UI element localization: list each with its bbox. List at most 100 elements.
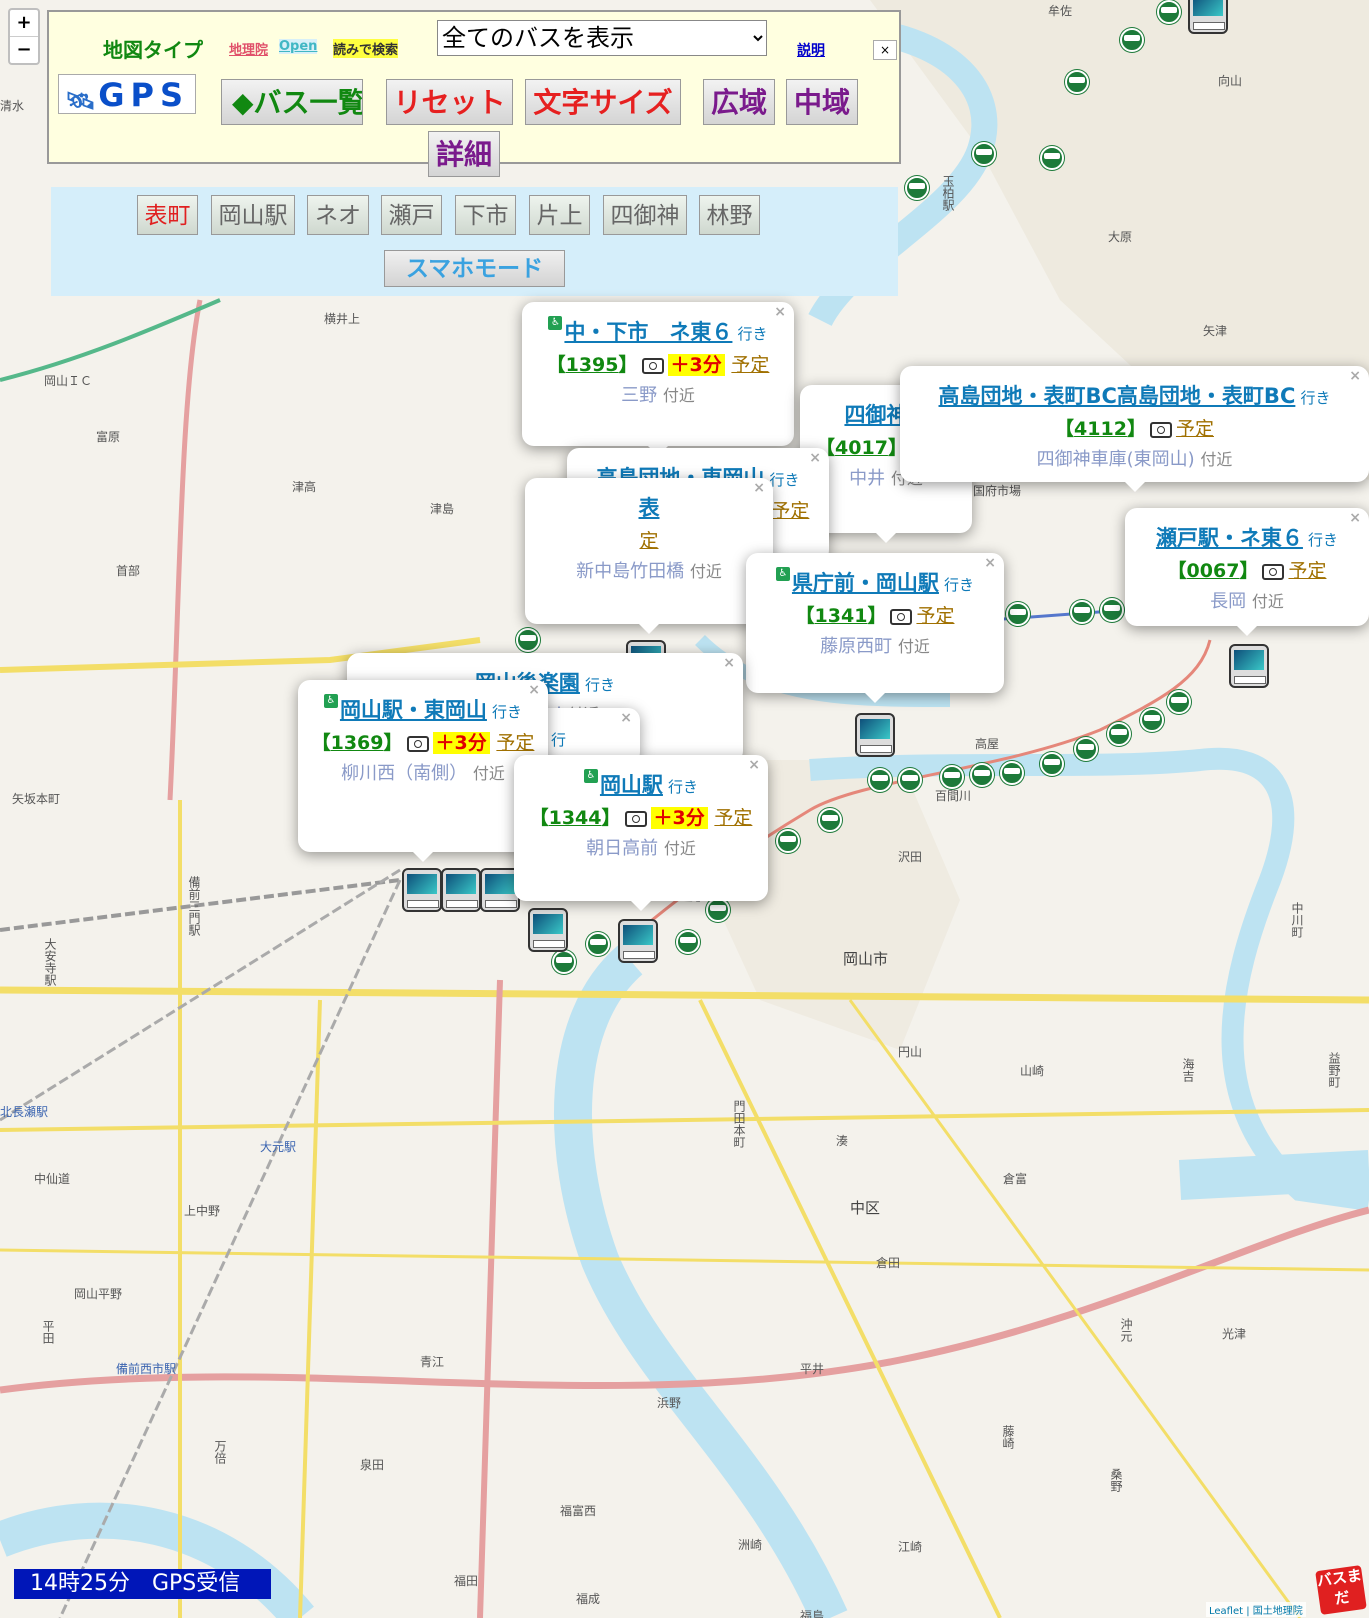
- camera-icon[interactable]: [1149, 421, 1172, 438]
- bus-number-link[interactable]: 4112: [1074, 418, 1127, 440]
- destination-link[interactable]: 岡山駅・東岡山: [340, 698, 487, 722]
- schedule-link[interactable]: 予定: [916, 605, 954, 627]
- bus-icon[interactable]: [402, 868, 442, 912]
- bus-number-link[interactable]: 1369: [331, 732, 384, 754]
- bus-stop-icon[interactable]: [586, 932, 610, 956]
- font-size-button[interactable]: 文字サイズ: [525, 79, 681, 125]
- camera-icon[interactable]: [641, 357, 664, 374]
- destination-link[interactable]: 県庁前・岡山駅: [792, 571, 939, 595]
- area-button-neo[interactable]: ネオ: [307, 195, 369, 235]
- area-button-shimigo[interactable]: 四御神: [603, 195, 687, 235]
- bus-stop-icon[interactable]: [940, 765, 964, 789]
- bus-stop-icon[interactable]: [905, 176, 929, 200]
- zoom-in-button[interactable]: +: [10, 10, 38, 37]
- popup-close-button[interactable]: ×: [774, 304, 786, 320]
- bus-stop-icon[interactable]: [706, 898, 730, 922]
- area-button-shimoichi[interactable]: 下市: [455, 195, 516, 235]
- reading-search-link[interactable]: 読みで検索: [333, 39, 399, 58]
- bus-stop-icon[interactable]: [776, 829, 800, 853]
- gsi-map-link[interactable]: 地理院: [229, 39, 268, 58]
- schedule-link[interactable]: 定: [639, 530, 658, 552]
- detail-button[interactable]: 詳細: [428, 131, 500, 177]
- gps-button[interactable]: 🛰 GPS: [58, 74, 196, 115]
- bus-stop-icon[interactable]: [1100, 598, 1124, 622]
- bus-icon[interactable]: [441, 868, 481, 912]
- destination-link[interactable]: 中・下市 ネ東６: [564, 320, 732, 344]
- destination-link[interactable]: 表: [639, 496, 660, 520]
- bus-stop-icon[interactable]: [1140, 708, 1164, 732]
- schedule-link[interactable]: 予定: [496, 732, 534, 754]
- bus-stop-icon[interactable]: [516, 628, 540, 652]
- map-attribution[interactable]: Leaflet | 国土地理院: [1206, 1602, 1306, 1617]
- bus-list-button[interactable]: ◆バス一覧: [221, 79, 363, 125]
- bus-stop-icon[interactable]: [1070, 600, 1094, 624]
- destination-link[interactable]: 岡山駅: [600, 773, 663, 797]
- bus-filter-select[interactable]: 全てのバスを表示: [437, 20, 767, 56]
- popup-close-button[interactable]: ×: [809, 450, 821, 466]
- smartphone-mode-button[interactable]: スマホモード: [384, 250, 565, 287]
- bus-stop-icon[interactable]: [1065, 70, 1089, 94]
- bus-stop-icon[interactable]: [676, 930, 700, 954]
- popup-close-button[interactable]: ×: [753, 480, 765, 496]
- bus-stop-icon[interactable]: [1157, 0, 1181, 24]
- zoom-out-button[interactable]: −: [10, 37, 38, 63]
- area-button-hayashino[interactable]: 林野: [699, 195, 760, 235]
- camera-icon[interactable]: [890, 608, 913, 625]
- help-link[interactable]: 説明: [797, 40, 825, 60]
- bus-stop-icon[interactable]: [1107, 722, 1131, 746]
- panel-close-button[interactable]: ×: [873, 40, 897, 60]
- bus-stop-icon[interactable]: [818, 808, 842, 832]
- popup-close-button[interactable]: ×: [984, 555, 996, 571]
- bus-icon[interactable]: [855, 713, 895, 757]
- wide-area-button[interactable]: 広域: [703, 79, 775, 125]
- area-button-seto[interactable]: 瀬戸: [381, 195, 442, 235]
- popup-close-button[interactable]: ×: [748, 757, 760, 773]
- bus-icon[interactable]: [1229, 644, 1269, 688]
- destination-link[interactable]: 高島団地・表町BC高島団地・表町BC: [939, 384, 1296, 408]
- camera-icon[interactable]: [406, 735, 429, 752]
- destination-link[interactable]: 四御神: [844, 403, 907, 427]
- bus-number-link[interactable]: 1344: [549, 807, 602, 829]
- bus-number-link[interactable]: 1341: [815, 605, 868, 627]
- popup-close-button[interactable]: ×: [528, 682, 540, 698]
- bus-stop-icon[interactable]: [1000, 761, 1024, 785]
- bus-stop-icon[interactable]: [1040, 146, 1064, 170]
- bus-stop-icon[interactable]: [972, 142, 996, 166]
- open-map-link[interactable]: Open: [279, 39, 318, 54]
- bus-icon[interactable]: [1188, 0, 1228, 34]
- bus-number-link[interactable]: 0067: [1187, 560, 1240, 582]
- area-button-omotecho[interactable]: 表町: [137, 195, 198, 235]
- bus-icon[interactable]: [528, 908, 568, 952]
- bus-icon[interactable]: [618, 919, 658, 963]
- schedule-link[interactable]: 予定: [771, 500, 809, 522]
- schedule-link[interactable]: 予定: [1176, 418, 1214, 440]
- bus-stop-icon[interactable]: [1074, 737, 1098, 761]
- bus-stop-icon[interactable]: [970, 763, 994, 787]
- map-place-label: 藤崎: [1001, 1425, 1015, 1449]
- bus-number-link[interactable]: 4017: [835, 437, 888, 459]
- popup-close-button[interactable]: ×: [1349, 510, 1361, 526]
- camera-icon[interactable]: [1262, 563, 1285, 580]
- area-button-katakami[interactable]: 片上: [529, 195, 590, 235]
- bus-stop-icon[interactable]: [552, 950, 576, 974]
- camera-icon[interactable]: [624, 810, 647, 827]
- bus-number-link[interactable]: 1395: [566, 354, 619, 376]
- popup-close-button[interactable]: ×: [620, 710, 632, 726]
- popup-close-button[interactable]: ×: [1349, 368, 1361, 384]
- bus-stop-icon[interactable]: [1120, 28, 1144, 52]
- reset-button[interactable]: リセット: [386, 79, 513, 125]
- nearby-stop: 柳川西（南側）: [341, 763, 468, 784]
- bus-stop-icon[interactable]: [1040, 752, 1064, 776]
- schedule-link[interactable]: 予定: [714, 807, 752, 829]
- bus-stop-icon[interactable]: [1006, 602, 1030, 626]
- popup-close-button[interactable]: ×: [723, 655, 735, 671]
- bus-stop-icon[interactable]: [898, 768, 922, 792]
- schedule-link[interactable]: 予定: [731, 354, 769, 376]
- schedule-link[interactable]: 予定: [1288, 560, 1326, 582]
- destination-link[interactable]: 瀬戸駅・ネ東６: [1156, 526, 1303, 550]
- bus-stop-icon[interactable]: [868, 768, 892, 792]
- map-place-label: 矢坂本町: [12, 792, 61, 806]
- bus-stop-icon[interactable]: [1167, 690, 1191, 714]
- mid-area-button[interactable]: 中域: [786, 79, 858, 125]
- area-button-okayama-station[interactable]: 岡山駅: [211, 195, 295, 235]
